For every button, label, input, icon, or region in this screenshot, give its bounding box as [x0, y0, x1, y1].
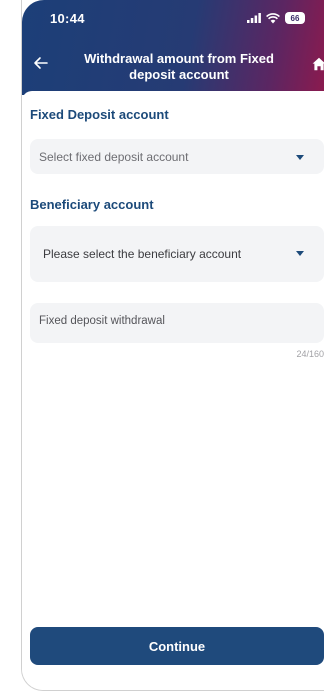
continue-button[interactable]: Continue [30, 627, 324, 665]
page-title-line2: deposit account [129, 67, 229, 82]
beneficiary-label: Beneficiary account [30, 197, 154, 212]
page-title: Withdrawal amount from Fixed deposit acc… [64, 51, 294, 83]
page-title-line1: Withdrawal amount from Fixed [84, 51, 274, 66]
form-content: Fixed Deposit account Select fixed depos… [22, 91, 324, 690]
status-icons: 66 [247, 11, 305, 25]
back-arrow-icon[interactable] [32, 54, 50, 72]
fixed-deposit-placeholder: Select fixed deposit account [39, 150, 189, 164]
signal-icon [247, 13, 261, 23]
chevron-down-icon [296, 251, 304, 256]
fixed-deposit-label: Fixed Deposit account [30, 107, 169, 122]
battery-icon: 66 [285, 12, 305, 24]
screen: 10:44 66 Withdrawal amount from Fixed de… [0, 0, 324, 695]
status-time: 10:44 [50, 11, 85, 26]
status-bar: 10:44 66 [22, 0, 324, 30]
description-input[interactable]: Fixed deposit withdrawal [30, 303, 324, 343]
chevron-down-icon [296, 155, 304, 160]
fixed-deposit-select[interactable]: Select fixed deposit account [30, 139, 324, 174]
home-icon[interactable] [312, 57, 324, 71]
beneficiary-placeholder: Please select the beneficiary account [43, 247, 242, 261]
wifi-icon [266, 12, 280, 23]
beneficiary-select[interactable]: Please select the beneficiary account [30, 226, 324, 282]
character-counter: 24/160 [296, 349, 324, 359]
phone-frame: 10:44 66 Withdrawal amount from Fixed de… [21, 0, 324, 691]
app-header: 10:44 66 Withdrawal amount from Fixed de… [22, 0, 324, 95]
description-value: Fixed deposit withdrawal [39, 315, 165, 327]
